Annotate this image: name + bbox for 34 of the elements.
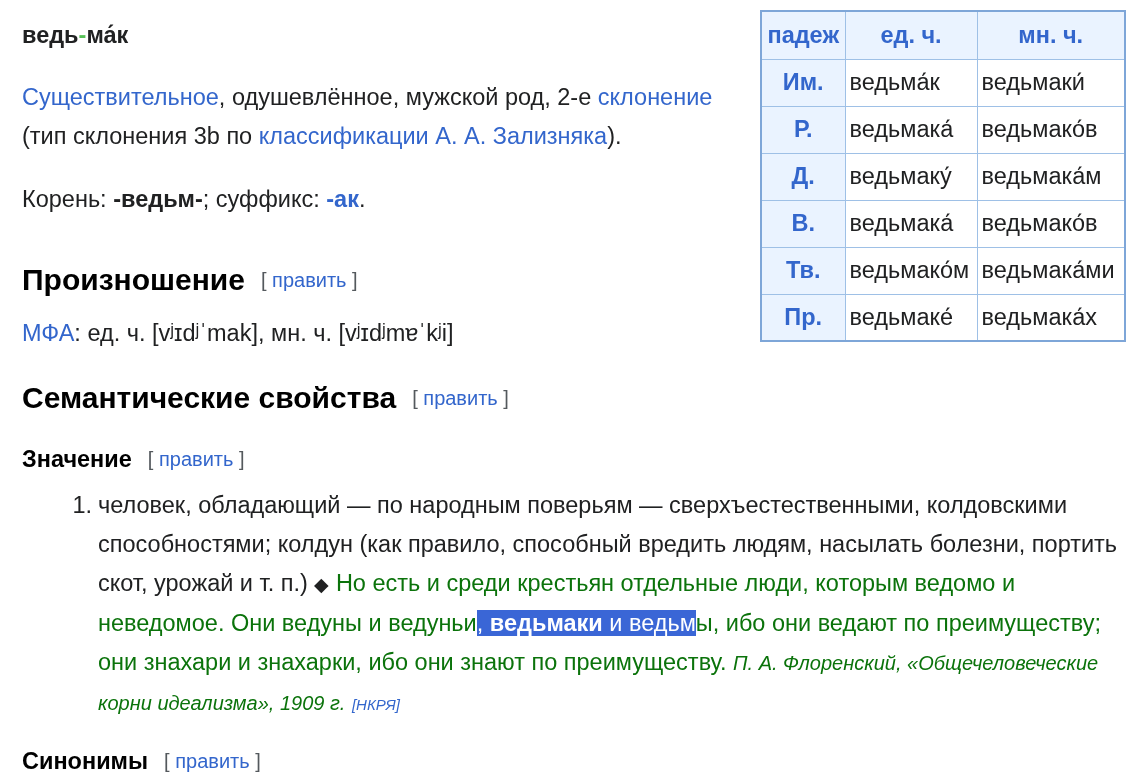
case-header: Д. [761,153,845,200]
table-cell: ведьмака́ [845,200,977,247]
column-header: мн. ч. [977,11,1125,59]
link[interactable]: -ак [326,186,359,212]
case-header: Им. [761,59,845,106]
description-text: Существительное, одушевлённое, мужской род, 2-е склонение (тип склонения 3b по классификации А. А. Зализняка). [22,83,714,151]
corpus-link[interactable]: [НКРЯ] [351,696,400,713]
edit-link[interactable]: [ править ] [164,741,261,772]
table-cell: ведьмако́м [845,247,977,294]
column-header: падеж [761,11,845,59]
section-heading: Значение [22,445,132,474]
link[interactable]: МФА [22,320,75,346]
link[interactable]: Существительное [22,84,219,110]
section-heading: Произношение [22,262,245,298]
edit-link[interactable]: [ править ] [147,439,245,479]
section-heading: Синонимы [22,747,149,772]
definition-text: человек, обладающий — по народным поверьям — сверхъестественными, колдовскими способностями; колдун (как правило, способный вредить людям, насылать болезни, портить скот, урожай и т. п.) ◆ Но есть и среди крестьян отдельные люди, которым ведомо и неведомое. Они ведуны и ведуньи, ведьмаки и ведьмы, ибо они ведают по преимуществу; они знахари и знахарки, ибо они знают по преимуществу. П. А. Флоренский, «Общечеловеческие корни идеализма», 1909 г. [НКРЯ] [98,491,1119,716]
pronunciation-text: МФА: ед. ч. [vʲɪdʲˈmak], мн. ч. [vʲɪdʲmɐˈkʲi] [22,319,455,348]
case-header: Пр. [761,294,845,341]
table-cell: ведьмаку́ [845,153,977,200]
link[interactable]: склонение [597,84,713,110]
edit-link[interactable]: [ править ] [260,260,358,300]
case-header: Р. [761,106,845,153]
table-cell: ведьма́к [845,59,977,106]
headword: ведь-ма́к [22,21,130,50]
case-header: В. [761,200,845,247]
list-number: 1. [71,491,93,520]
case-header: Тв. [761,247,845,294]
edit-link[interactable]: [ править ] [412,378,509,418]
section-heading: Семантические свойства [22,380,397,416]
morpheme-text: Корень: -ведьм-; суффикс: -ак. [22,185,367,214]
table-cell: ведьмака́ [845,106,977,153]
link[interactable]: классификации А. А. Зализняка [258,123,608,149]
column-header: ед. ч. [845,11,977,59]
